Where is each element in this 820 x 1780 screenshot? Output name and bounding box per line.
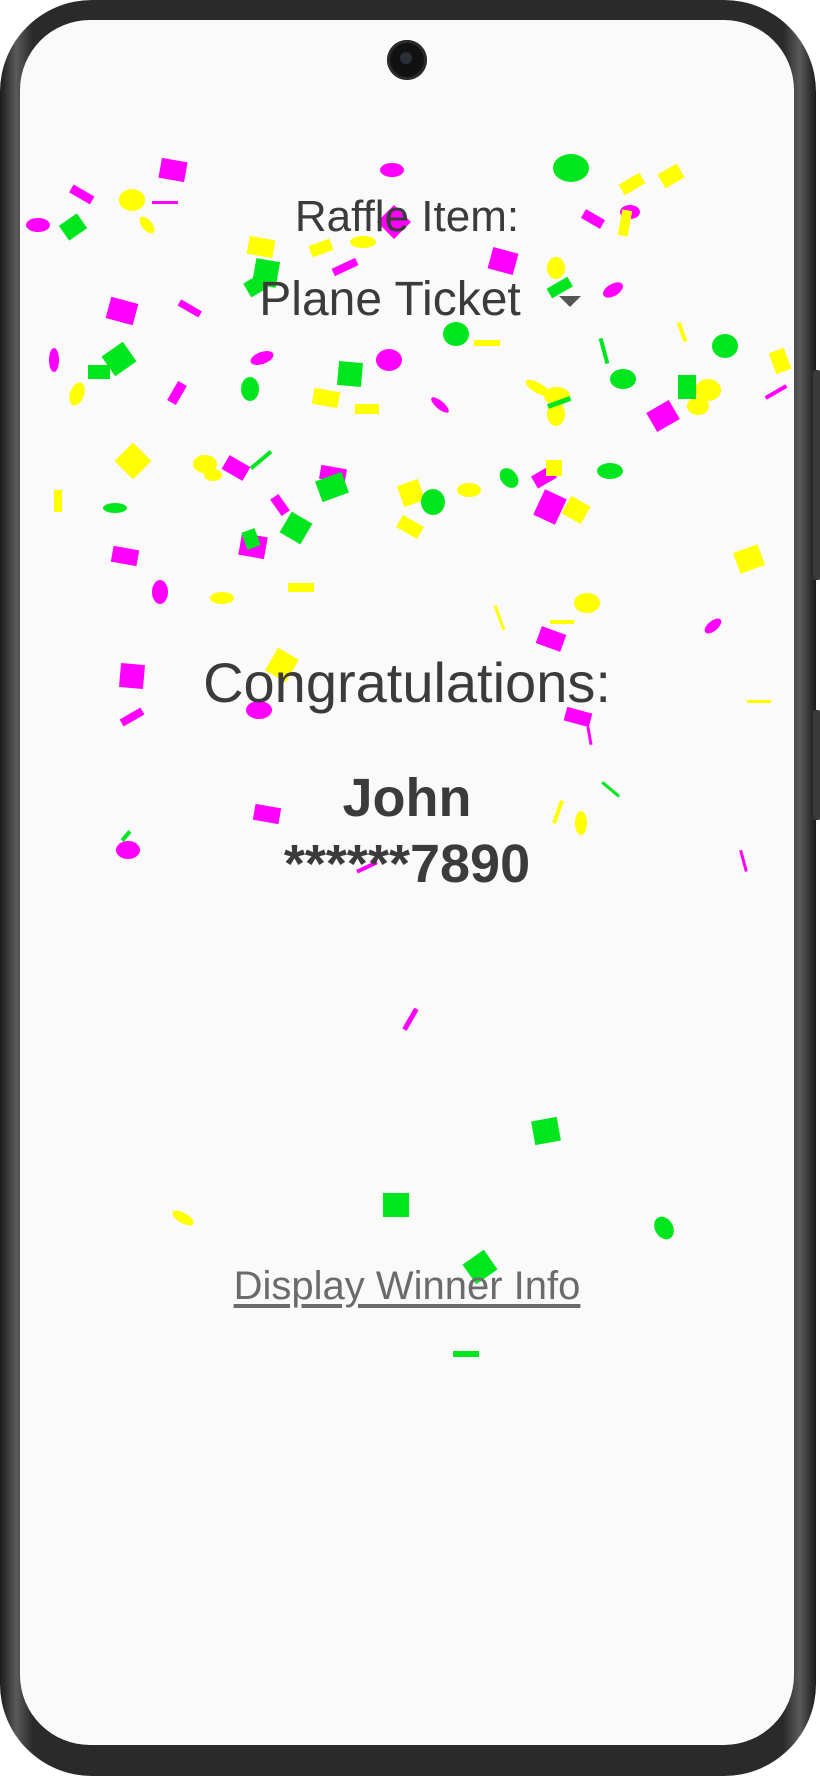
raffle-item-dropdown[interactable]: Plane Ticket (240, 264, 600, 334)
winner-info: John ******7890 (20, 765, 794, 897)
phone-frame: Raffle Item: Plane Ticket Congratulation… (0, 0, 820, 1776)
power-button (813, 710, 820, 820)
winner-name: John (342, 768, 472, 828)
dropdown-arrow-icon (558, 295, 581, 307)
raffle-item-label: Raffle Item: (294, 192, 520, 241)
raffle-item-selected: Plane Ticket (259, 272, 521, 326)
winner-phone: ******7890 (283, 834, 531, 894)
volume-button (813, 370, 820, 580)
display-winner-info-link[interactable]: Display Winner Info (20, 1264, 794, 1309)
app-screen: Raffle Item: Plane Ticket Congratulation… (20, 20, 794, 1745)
front-camera-icon (387, 40, 427, 80)
congratulations-heading: Congratulations: (203, 651, 611, 714)
